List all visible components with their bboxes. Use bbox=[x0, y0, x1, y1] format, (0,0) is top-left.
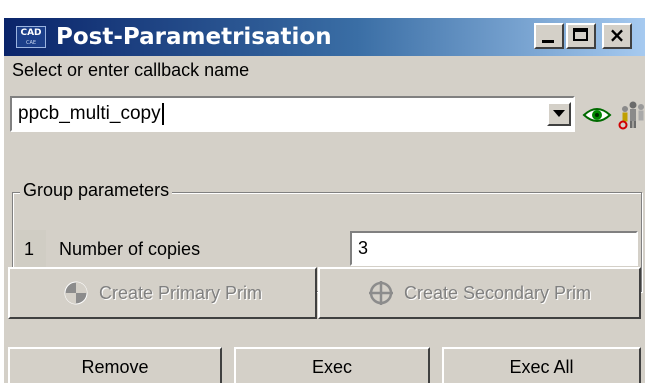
create-primary-prim-label: Create Primary Prim bbox=[98, 283, 263, 303]
minimize-button[interactable] bbox=[534, 23, 564, 49]
exec-all-button-label: Exec All bbox=[509, 357, 574, 377]
post-parametrisation-window: CAD CAE Post-Parametrisation × Select or… bbox=[4, 18, 645, 383]
callback-input[interactable]: ppcb_multi_copy bbox=[18, 98, 164, 130]
app-logo-icon: CAD CAE bbox=[16, 26, 46, 48]
remove-button[interactable]: Remove bbox=[8, 347, 222, 383]
group-parameters-title: Group parameters bbox=[20, 176, 173, 204]
app-logo-subtext: CAE bbox=[25, 40, 37, 46]
param-row-index: 1 bbox=[16, 230, 46, 268]
primary-prim-icon bbox=[64, 281, 88, 305]
remove-button-label: Remove bbox=[81, 357, 149, 377]
create-secondary-prim-button[interactable]: Create Secondary Prim bbox=[318, 267, 641, 319]
secondary-prim-icon bbox=[368, 280, 393, 305]
title-bar[interactable]: CAD CAE Post-Parametrisation × bbox=[4, 18, 645, 56]
number-of-copies-input[interactable] bbox=[350, 231, 638, 266]
create-primary-prim-button[interactable]: Create Primary Prim bbox=[8, 267, 317, 319]
minimize-icon bbox=[542, 40, 554, 43]
create-secondary-prim-label: Create Secondary Prim bbox=[403, 283, 592, 303]
param-row-label: Number of copies bbox=[59, 239, 201, 259]
text-caret bbox=[161, 102, 164, 125]
maximize-icon bbox=[573, 28, 588, 41]
window-title: Post-Parametrisation bbox=[56, 24, 332, 50]
chevron-down-icon bbox=[553, 110, 565, 117]
close-button[interactable]: × bbox=[602, 23, 632, 49]
combobox-dropdown-button[interactable] bbox=[547, 102, 571, 126]
callback-combobox[interactable]: ppcb_multi_copy bbox=[10, 96, 575, 132]
callback-value: ppcb_multi_copy bbox=[18, 103, 161, 124]
callback-label: Select or enter callback name bbox=[12, 60, 250, 80]
app-logo-text: CAD bbox=[20, 28, 42, 38]
maximize-button[interactable] bbox=[566, 23, 596, 49]
people-icon[interactable] bbox=[616, 100, 645, 130]
close-icon: × bbox=[608, 23, 626, 47]
exec-button-label: Exec bbox=[311, 357, 353, 377]
eye-icon[interactable] bbox=[582, 104, 612, 126]
exec-button[interactable]: Exec bbox=[234, 347, 430, 383]
exec-all-button[interactable]: Exec All bbox=[442, 347, 641, 383]
